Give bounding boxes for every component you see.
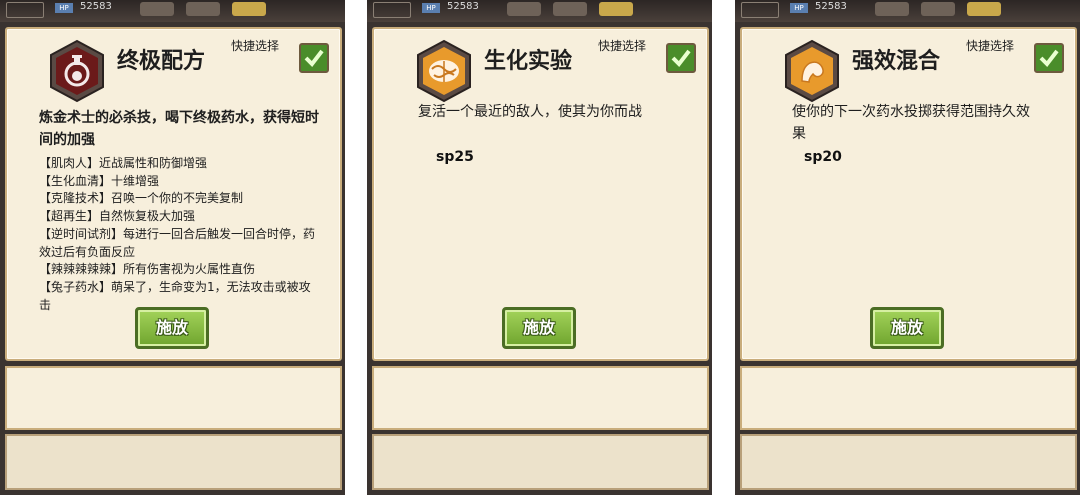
quick-select-checkbox[interactable] xyxy=(1034,43,1064,73)
cast-button[interactable]: 施放 xyxy=(870,307,944,349)
skill-title: 生化实验 xyxy=(484,49,573,74)
info-box xyxy=(740,366,1077,430)
brain-icon xyxy=(417,39,471,103)
quick-select-checkbox[interactable] xyxy=(666,43,696,73)
checkmark-icon xyxy=(304,49,324,68)
checkmark-icon xyxy=(1039,49,1059,68)
top-button[interactable] xyxy=(875,2,909,16)
info-box xyxy=(372,434,709,490)
list-item: 【逆时间试剂】每进行一回合后触发一回合时停，药效过后有负面反应 xyxy=(39,226,316,259)
info-box xyxy=(372,366,709,430)
info-box xyxy=(5,434,342,490)
top-status-bar: HP 52583 xyxy=(0,0,345,22)
hp-label: HP xyxy=(790,3,808,13)
skill-card: 强效混合 快捷选择 使你的下一次药水投掷获得范围持久效果 sp20 施放 xyxy=(740,27,1077,361)
skill-title: 终极配方 xyxy=(117,49,206,74)
quick-select-label: 快捷选择 xyxy=(966,39,1015,53)
info-box xyxy=(740,434,1077,490)
skill-panel-3: HP 52583 强效混合 快捷选择 使你的下一次药水投掷获得范围持久效果 sp… xyxy=(735,0,1080,495)
skill-description: 复活一个最近的敌人，使其为你而战 xyxy=(418,104,642,120)
option-list: 【肌肉人】近战属性和防御增强 【生化血清】十维增强 【克隆技术】召唤一个你的不完… xyxy=(39,155,319,314)
list-item: 【超再生】自然恢复极大加强 xyxy=(39,209,196,224)
potion-flask-icon xyxy=(50,39,104,103)
list-item: 【生化血清】十维增强 xyxy=(39,173,160,188)
list-item: 【肌肉人】近战属性和防御增强 xyxy=(39,156,208,170)
hp-label: HP xyxy=(55,3,73,13)
sp-cost: sp20 xyxy=(804,149,842,165)
quick-select-checkbox[interactable] xyxy=(299,43,329,73)
list-item: 【辣辣辣辣辣】所有伤害视为火属性直伤 xyxy=(39,262,256,277)
cast-button[interactable]: 施放 xyxy=(135,307,209,349)
skill-panel-2: HP 52583 生化实验 快捷选择 复活一个最近的敌人，使其为你而战 sp25… xyxy=(367,0,712,495)
skill-description: 炼金术士的必杀技，喝下终极药水，获得短时间的加强 xyxy=(39,110,319,148)
flexed-arm-icon xyxy=(785,39,839,103)
cast-button[interactable]: 施放 xyxy=(502,307,576,349)
menu-box[interactable] xyxy=(6,2,44,18)
menu-box[interactable] xyxy=(373,2,411,18)
hp-value: 52583 xyxy=(447,1,479,12)
skill-card: 终极配方 快捷选择 炼金术士的必杀技，喝下终极药水，获得短时间的加强 【肌肉人】… xyxy=(5,27,342,361)
skill-title: 强效混合 xyxy=(852,49,941,74)
quick-select-label: 快捷选择 xyxy=(231,39,280,53)
top-button[interactable] xyxy=(967,2,1001,16)
skill-description: 使你的下一次药水投掷获得范围持久效果 xyxy=(792,104,1030,142)
top-button[interactable] xyxy=(921,2,955,16)
hp-value: 52583 xyxy=(815,1,847,12)
quick-select-label: 快捷选择 xyxy=(598,39,647,53)
top-button[interactable] xyxy=(507,2,541,16)
sp-cost: sp25 xyxy=(436,149,474,165)
top-button[interactable] xyxy=(186,2,220,16)
top-button[interactable] xyxy=(232,2,266,16)
hp-label: HP xyxy=(422,3,440,13)
top-status-bar: HP 52583 xyxy=(735,0,1080,22)
menu-box[interactable] xyxy=(741,2,779,18)
top-button[interactable] xyxy=(553,2,587,16)
hp-value: 52583 xyxy=(80,1,112,12)
list-item: 【克隆技术】召唤一个你的不完美复制 xyxy=(39,191,244,206)
checkmark-icon xyxy=(671,49,691,68)
top-status-bar: HP 52583 xyxy=(367,0,712,22)
top-button[interactable] xyxy=(599,2,633,16)
top-button[interactable] xyxy=(140,2,174,16)
skill-card: 生化实验 快捷选择 复活一个最近的敌人，使其为你而战 sp25 施放 xyxy=(372,27,709,361)
skill-panel-1: HP 52583 终极配方 快捷选择 炼金术士的必杀技，喝下终极药水，获得短时间… xyxy=(0,0,345,495)
info-box xyxy=(5,366,342,430)
